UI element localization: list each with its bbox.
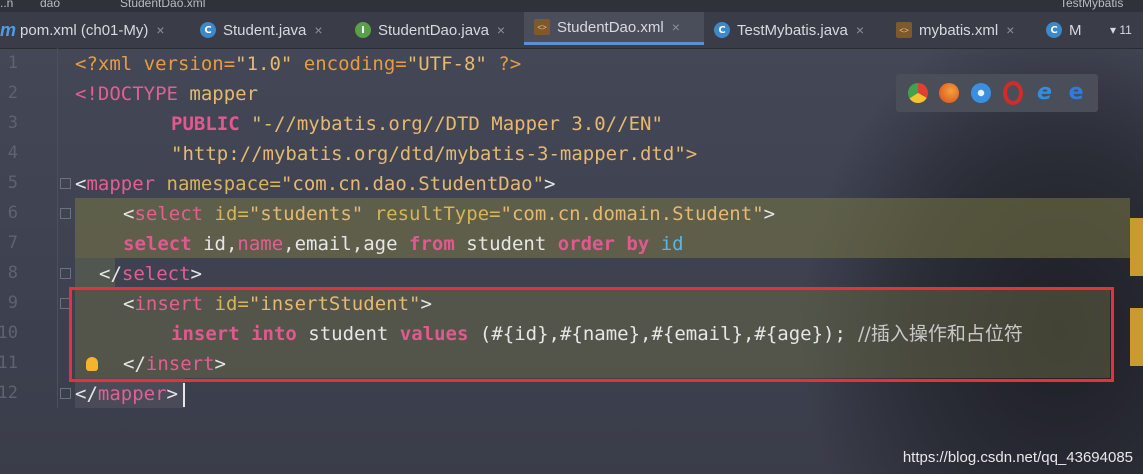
tab-label: StudentDao.java — [378, 21, 489, 39]
line-number: 12 — [0, 383, 18, 403]
breadcrumb-item[interactable]: ..n — [0, 0, 13, 10]
chrome-icon[interactable] — [907, 83, 928, 103]
breadcrumb-item[interactable]: TestMybatis — [1060, 0, 1123, 10]
tab-testmybatis-java[interactable]: C TestMybatis.java × — [714, 12, 864, 48]
code-line-4: "http://mybatis.org/dtd/mybatis-3-mapper… — [171, 143, 698, 165]
tab-label: Student.java — [223, 21, 307, 39]
code-line-6: <select id="students" resultType="com.cn… — [123, 203, 776, 225]
xml-icon: <> — [534, 19, 550, 35]
gutter-divider — [57, 48, 58, 408]
close-icon[interactable]: × — [156, 22, 164, 38]
line-number: 9 — [7, 293, 18, 313]
opera-icon[interactable] — [1002, 81, 1023, 105]
close-icon[interactable]: × — [314, 22, 322, 38]
line-number: 2 — [7, 83, 18, 103]
scroll-marker — [1130, 308, 1143, 366]
line-number: 3 — [7, 113, 18, 133]
tab-truncated[interactable]: C M — [1046, 12, 1082, 48]
line-number: 8 — [7, 263, 18, 283]
tab-student-java[interactable]: C Student.java × — [200, 12, 323, 48]
code-line-3: PUBLIC "-//mybatis.org//DTD Mapper 3.0//… — [171, 113, 663, 135]
editor-tab-bar: m pom.xml (ch01-My) × C Student.java × I… — [0, 12, 1143, 49]
code-line-12: </mapper> — [75, 383, 178, 405]
text-caret — [183, 383, 185, 407]
tab-label: StudentDao.xml — [557, 18, 664, 36]
tab-overflow-button[interactable]: ▾ 11 — [1110, 12, 1132, 48]
line-number: 7 — [7, 233, 18, 253]
line-number: 1 — [7, 53, 18, 73]
tab-pom-xml[interactable]: m pom.xml (ch01-My) × — [0, 12, 165, 48]
fold-icon[interactable] — [60, 208, 71, 219]
firefox-icon[interactable] — [939, 83, 960, 103]
code-line-8: </select> — [99, 263, 202, 285]
tab-label: M — [1069, 21, 1082, 39]
watermark-text: https://blog.csdn.net/qq_43694085 — [902, 449, 1133, 466]
browser-preview-toolbar: e e — [896, 74, 1098, 112]
line-number: 5 — [7, 173, 18, 193]
edge-icon[interactable]: e — [1066, 82, 1086, 104]
close-icon[interactable]: × — [672, 19, 680, 35]
class-icon: C — [200, 22, 216, 38]
xml-icon: <> — [896, 22, 912, 38]
safari-icon[interactable] — [971, 83, 992, 103]
fold-icon[interactable] — [60, 178, 71, 189]
tab-studentdao-java[interactable]: I StudentDao.java × — [355, 12, 505, 48]
code-line-5: <mapper namespace="com.cn.dao.StudentDao… — [75, 173, 556, 195]
tab-label: mybatis.xml — [919, 21, 999, 39]
line-number: 6 — [7, 203, 18, 223]
scroll-marker — [1130, 218, 1143, 276]
close-icon[interactable]: × — [1006, 22, 1014, 38]
maven-icon: m — [0, 19, 17, 40]
line-number: 10 — [0, 323, 18, 343]
line-number: 11 — [0, 353, 18, 373]
annotation-box — [69, 287, 1114, 382]
class-icon: C — [714, 22, 730, 38]
tab-studentdao-xml[interactable]: <> StudentDao.xml × — [524, 12, 704, 45]
code-line-2: <!DOCTYPE mapper — [75, 83, 259, 105]
fold-icon[interactable] — [60, 268, 71, 279]
tab-label: TestMybatis.java — [737, 21, 848, 39]
line-number: 4 — [7, 143, 18, 163]
breadcrumb-item[interactable]: StudentDao.xml — [120, 0, 205, 10]
breadcrumb: ..n dao StudentDao.xml TestMybatis — [0, 0, 1143, 12]
fold-icon[interactable] — [60, 388, 71, 399]
line-number-gutter: 1 2 3 4 5 6 7 8 9 10 11 12 — [0, 48, 58, 474]
tab-label: pom.xml (ch01-My) — [20, 21, 149, 39]
close-icon[interactable]: × — [856, 22, 864, 38]
ie-icon[interactable]: e — [1034, 82, 1054, 104]
class-icon: C — [1046, 22, 1062, 38]
breadcrumb-item[interactable]: dao — [40, 0, 60, 10]
code-line-7: select id,name,email,age from student or… — [123, 233, 684, 255]
close-icon[interactable]: × — [497, 22, 505, 38]
code-line-1: <?xml version="1.0" encoding="UTF-8" ?> — [75, 53, 522, 75]
interface-icon: I — [355, 22, 371, 38]
tab-mybatis-xml[interactable]: <> mybatis.xml × — [896, 12, 1014, 48]
